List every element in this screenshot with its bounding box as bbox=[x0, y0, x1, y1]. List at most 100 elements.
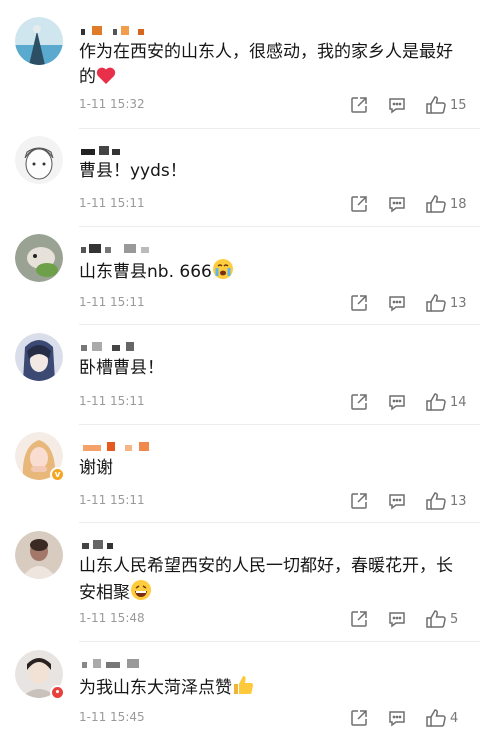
repost-icon[interactable] bbox=[349, 491, 369, 511]
timestamp: 1-11 15:11 bbox=[79, 295, 145, 309]
like-count: 18 bbox=[450, 196, 467, 212]
thumbs-up-icon bbox=[425, 95, 447, 115]
thumbs-up-emoji bbox=[232, 676, 254, 698]
pixel-block bbox=[81, 247, 86, 253]
comment-icon[interactable] bbox=[387, 95, 407, 115]
censored-username[interactable] bbox=[79, 437, 149, 451]
timestamp: 1-11 15:11 bbox=[79, 394, 145, 408]
comment-meta: 1-11 15:11 13 bbox=[79, 491, 468, 511]
comment-text: 曹县！yyds！ bbox=[79, 159, 460, 184]
pet-avatar[interactable] bbox=[15, 234, 63, 282]
comment-text: 山东人民希望西安的人民一切都好，春暖花开，长安相聚 bbox=[79, 554, 460, 606]
pixel-block bbox=[82, 662, 87, 668]
divider bbox=[79, 424, 480, 425]
like-button[interactable]: 15 bbox=[425, 95, 468, 115]
pixel-block bbox=[82, 543, 89, 549]
comment-body: 卧槽曹县！ bbox=[79, 358, 164, 378]
pixel-block bbox=[105, 247, 111, 253]
red-badge: • bbox=[50, 685, 65, 700]
repost-icon[interactable] bbox=[349, 194, 369, 214]
pixel-block bbox=[113, 29, 117, 35]
crying-face-emoji bbox=[212, 259, 234, 282]
timestamp: 1-11 15:11 bbox=[79, 196, 145, 210]
like-button[interactable]: 5 bbox=[425, 609, 468, 629]
action-bar: 4 bbox=[349, 708, 468, 728]
like-button[interactable]: 13 bbox=[425, 491, 468, 511]
comment-meta: 1-11 15:11 14 bbox=[79, 392, 468, 412]
thumbs-up-icon bbox=[425, 491, 447, 511]
comment-meta: 1-11 15:48 5 bbox=[79, 609, 468, 629]
pixel-block bbox=[125, 445, 132, 451]
anime-boy-avatar[interactable] bbox=[15, 136, 63, 184]
censored-username[interactable] bbox=[79, 239, 149, 253]
action-bar: 13 bbox=[349, 491, 468, 511]
pixel-block bbox=[93, 659, 101, 668]
action-bar: 14 bbox=[349, 392, 468, 412]
pixel-block bbox=[106, 662, 120, 668]
pixel-block bbox=[127, 659, 139, 668]
action-bar: 15 bbox=[349, 95, 468, 115]
comment-icon[interactable] bbox=[387, 609, 407, 629]
like-button[interactable]: 4 bbox=[425, 708, 468, 728]
comment-icon[interactable] bbox=[387, 491, 407, 511]
comment-body: 山东曹县nb. 666 bbox=[79, 262, 212, 282]
thumbs-up-icon bbox=[425, 293, 447, 313]
comment-icon[interactable] bbox=[387, 392, 407, 412]
comment-text: 卧槽曹县！ bbox=[79, 356, 460, 381]
like-button[interactable]: 14 bbox=[425, 392, 468, 412]
censored-username[interactable] bbox=[79, 654, 139, 668]
like-count: 4 bbox=[450, 710, 459, 726]
comment-meta: 1-11 15:45 4 bbox=[79, 708, 468, 728]
portrait-avatar[interactable]: • bbox=[15, 650, 65, 700]
pixel-block bbox=[89, 244, 101, 253]
censored-username[interactable] bbox=[79, 535, 113, 549]
repost-icon[interactable] bbox=[349, 95, 369, 115]
pixel-block bbox=[92, 26, 102, 35]
repost-icon[interactable] bbox=[349, 609, 369, 629]
comment-icon[interactable] bbox=[387, 708, 407, 728]
repost-icon[interactable] bbox=[349, 293, 369, 313]
pixel-block bbox=[126, 342, 134, 351]
comment-body: 谢谢 bbox=[79, 458, 113, 478]
dark-anime-avatar[interactable] bbox=[15, 333, 63, 381]
comment-meta: 1-11 15:11 13 bbox=[79, 293, 468, 313]
pixel-block bbox=[99, 146, 109, 155]
timestamp: 1-11 15:48 bbox=[79, 611, 145, 625]
landscape-avatar[interactable] bbox=[15, 17, 63, 65]
censored-username[interactable] bbox=[79, 141, 120, 155]
thumbs-up-icon bbox=[425, 392, 447, 412]
action-bar: 18 bbox=[349, 194, 468, 214]
comment-text: 山东曹县nb. 666 bbox=[79, 258, 460, 285]
thumbs-up-icon bbox=[425, 194, 447, 214]
comment-meta: 1-11 15:32 15 bbox=[79, 95, 468, 115]
like-button[interactable]: 13 bbox=[425, 293, 468, 313]
pixel-block bbox=[107, 442, 115, 451]
comment-icon[interactable] bbox=[387, 293, 407, 313]
comment-text: 作为在西安的山东人，很感动，我的家乡人是最好的 bbox=[79, 40, 460, 90]
censored-username[interactable] bbox=[79, 21, 144, 35]
repost-icon[interactable] bbox=[349, 708, 369, 728]
pixel-block bbox=[112, 149, 120, 155]
divider bbox=[79, 128, 480, 129]
divider bbox=[79, 522, 480, 523]
like-count: 13 bbox=[450, 295, 467, 311]
comment-body: 曹县！yyds！ bbox=[79, 161, 187, 181]
pixel-block bbox=[81, 29, 85, 35]
repost-icon[interactable] bbox=[349, 392, 369, 412]
girl-avatar[interactable]: v bbox=[15, 432, 65, 482]
pixel-block bbox=[141, 247, 149, 253]
comment-text: 为我山东大菏泽点赞 bbox=[79, 674, 460, 701]
photo-avatar[interactable] bbox=[15, 531, 63, 579]
censored-username[interactable] bbox=[79, 337, 134, 351]
pixel-block bbox=[107, 543, 113, 549]
comment-icon[interactable] bbox=[387, 194, 407, 214]
timestamp: 1-11 15:45 bbox=[79, 710, 145, 724]
comment-body: 作为在西安的山东人，很感动，我的家乡人是最好的 bbox=[79, 42, 453, 87]
heart-emoji bbox=[96, 67, 116, 87]
like-button[interactable]: 18 bbox=[425, 194, 468, 214]
pixel-block bbox=[112, 345, 120, 351]
pixel-block bbox=[124, 244, 136, 253]
like-count: 15 bbox=[450, 97, 467, 113]
like-count: 14 bbox=[450, 394, 467, 410]
verified-badge-gold: v bbox=[50, 467, 65, 482]
